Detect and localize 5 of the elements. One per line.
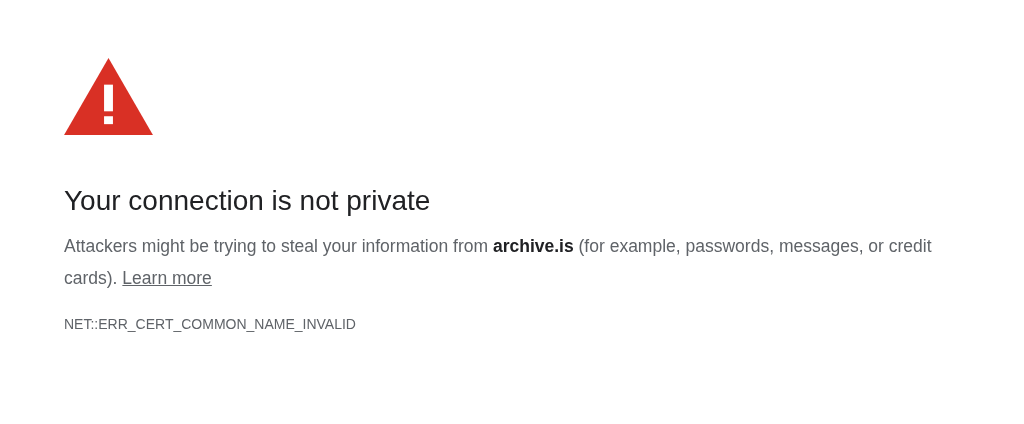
warning-message: Attackers might be trying to steal your information from archive.is (for example, passwords, messages, or credit cards). Learn more	[64, 235, 933, 290]
learn-more-link[interactable]: Learn more	[122, 268, 212, 288]
page-heading: Your connection is not private	[64, 184, 431, 218]
warning-icon	[64, 58, 153, 135]
error-code: NET::ERR_CERT_COMMON_NAME_INVALID	[64, 316, 356, 332]
